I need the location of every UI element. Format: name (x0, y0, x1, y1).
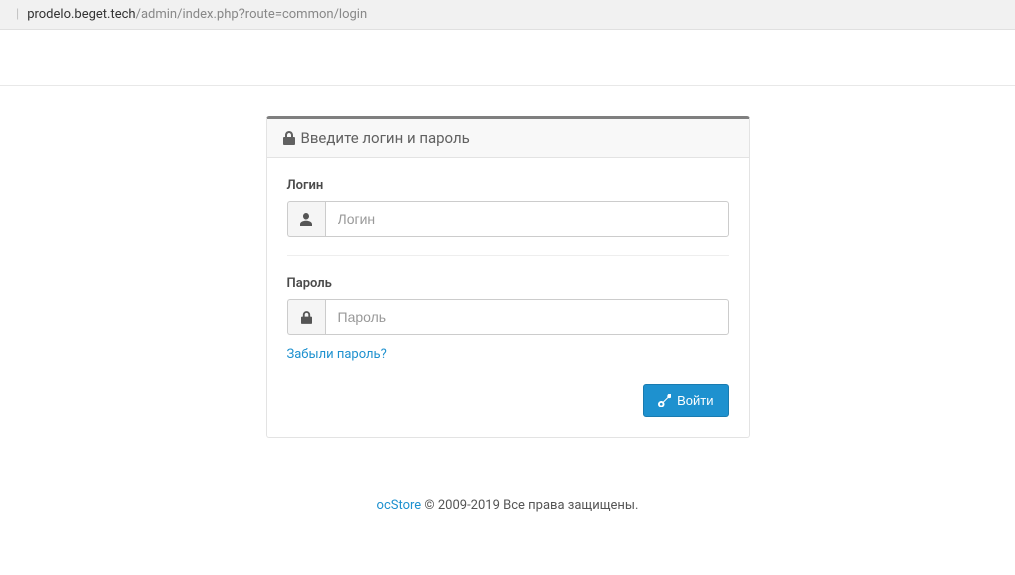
content-area: Введите логин и пароль Логин Пароль (0, 86, 1015, 438)
forgot-password-link[interactable]: Забыли пароль? (287, 347, 387, 362)
browser-address-bar: | prodelo.beget.tech/admin/index.php?rou… (0, 0, 1015, 30)
copyright-text: © 2009-2019 Все права защищены. (421, 498, 638, 513)
url-path: /admin/index.php?route=common/login (136, 7, 368, 22)
username-label: Логин (287, 178, 729, 193)
header-spacer (0, 30, 1015, 86)
panel-title: Введите логин и пароль (301, 129, 470, 147)
password-group: Пароль Забыли пароль? (287, 276, 729, 362)
username-group: Логин (287, 178, 729, 256)
lock-icon (287, 299, 325, 335)
panel-header: Введите логин и пароль (267, 119, 749, 158)
login-button[interactable]: Войти (643, 384, 728, 417)
footer: ocStore © 2009-2019 Все права защищены. (0, 498, 1015, 513)
password-label: Пароль (287, 276, 729, 291)
user-icon (287, 201, 325, 237)
ocstore-link[interactable]: ocStore (377, 498, 422, 513)
password-input-group (287, 299, 729, 335)
login-panel: Введите логин и пароль Логин Пароль (266, 116, 750, 438)
url-domain: prodelo.beget.tech (27, 7, 135, 22)
username-input-group (287, 201, 729, 237)
key-icon (658, 394, 671, 407)
password-input[interactable] (325, 299, 729, 335)
button-row: Войти (287, 384, 729, 417)
username-input[interactable] (325, 201, 729, 237)
lock-icon (283, 131, 295, 145)
url-text[interactable]: prodelo.beget.tech/admin/index.php?route… (27, 7, 367, 22)
address-separator: | (16, 7, 19, 22)
panel-body: Логин Пароль (267, 158, 749, 437)
login-button-label: Войти (677, 393, 713, 408)
